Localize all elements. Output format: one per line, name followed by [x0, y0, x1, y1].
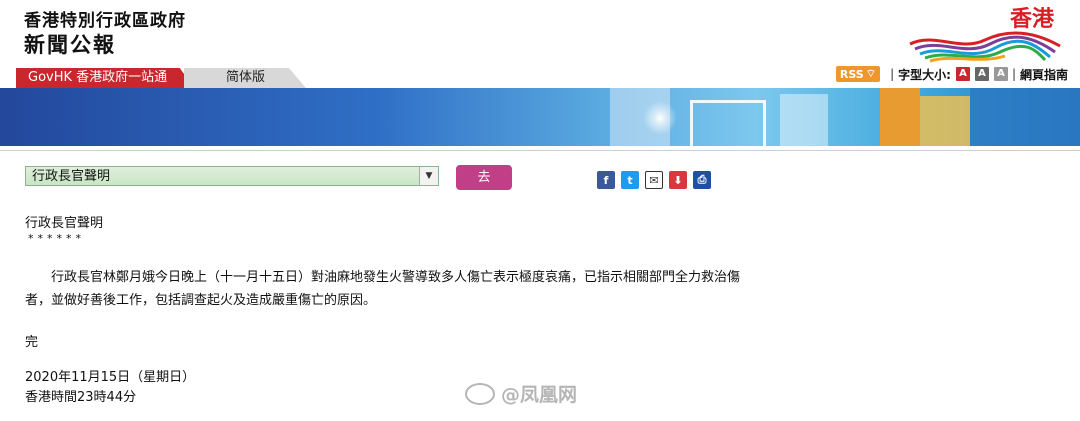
- font-size-large-button[interactable]: A: [993, 67, 1008, 81]
- gov-name: 香港特別行政區政府: [24, 11, 186, 31]
- banner-shape: [880, 88, 920, 146]
- watermark-text: @凤凰网: [501, 384, 578, 406]
- banner-shape: [920, 96, 970, 146]
- facebook-icon[interactable]: f: [597, 171, 615, 189]
- article-time: 香港時間23時44分: [25, 390, 137, 405]
- press-title: 新聞公報: [24, 33, 116, 57]
- banner-shape: [690, 100, 766, 146]
- category-selected-value: 行政長官聲明: [32, 169, 111, 184]
- category-select[interactable]: 行政長官聲明 ▼: [25, 166, 439, 186]
- brand-hong-kong-logo[interactable]: 香港: [905, 2, 1065, 64]
- share-bar: f t ✉ ⬇ ⎙: [597, 171, 711, 189]
- separator: |: [890, 67, 895, 81]
- article-date: 2020年11月15日（星期日）: [25, 370, 196, 385]
- email-icon[interactable]: ✉: [645, 171, 663, 189]
- article-separator-stars: ******: [28, 232, 85, 245]
- article-end-mark: 完: [25, 335, 39, 350]
- rss-label: RSS: [839, 67, 864, 81]
- tab-govhk[interactable]: GovHK 香港政府一站通: [16, 68, 194, 88]
- article-body: 行政長官林鄭月娥今日晚上（十一月十五日）對油麻地發生火警導致多人傷亡表示極度哀痛…: [25, 270, 741, 308]
- print-icon[interactable]: ⎙: [693, 171, 711, 189]
- chevron-down-icon[interactable]: ▼: [419, 167, 438, 185]
- save-icon[interactable]: ⬇: [669, 171, 687, 189]
- rss-button[interactable]: RSS ⌔: [835, 66, 881, 82]
- weibo-logo-icon: [465, 382, 495, 405]
- font-size-label: 字型大小:: [898, 67, 951, 82]
- divider: [0, 150, 1080, 151]
- go-button[interactable]: 去: [456, 165, 512, 190]
- article-heading: 行政長官聲明: [25, 216, 104, 231]
- tab-simplified[interactable]: 简体版: [184, 68, 306, 88]
- banner-sparkle: [640, 98, 680, 138]
- rss-feed-icon: ⌔: [865, 67, 877, 80]
- separator: |: [1011, 67, 1016, 81]
- banner-shape: [970, 88, 1080, 146]
- site-guide-link[interactable]: 網頁指南: [1020, 66, 1068, 83]
- font-size-medium-button[interactable]: A: [974, 67, 989, 81]
- utility-bar: RSS ⌔ | 字型大小: A A A | 網頁指南: [835, 64, 1068, 84]
- decorative-banner: [0, 88, 1080, 146]
- twitter-icon[interactable]: t: [621, 171, 639, 189]
- brand-logo-text: 香港: [1010, 7, 1055, 32]
- banner-shape: [780, 94, 828, 146]
- watermark: @凤凰网: [465, 380, 577, 407]
- font-size-small-button[interactable]: A: [955, 67, 970, 81]
